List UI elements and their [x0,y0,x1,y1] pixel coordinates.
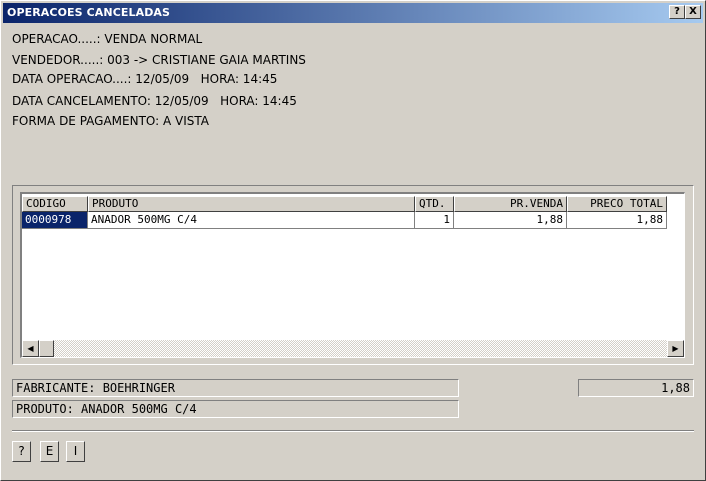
window-title: OPERACOES CANCELADAS [7,6,171,19]
col-header-pr-venda[interactable]: PR.VENDA [454,196,567,212]
operacoes-canceladas-window: OPERACOES CANCELADAS ? X OPERACAO.....: … [0,0,706,481]
vendedor-label: VENDEDOR.....: 003 -> CRISTIANE GAIA MAR… [12,53,306,67]
horizontal-scrollbar[interactable]: ◀ ▶ [22,340,684,357]
col-header-qtd[interactable]: QTD. [415,196,454,212]
e-button[interactable]: E [40,441,59,462]
table-row-cell-produto[interactable]: ANADOR 500MG C/4 [88,212,415,229]
table-row-cell-preco-total[interactable]: 1,88 [567,212,667,229]
data-cancelamento-label: DATA CANCELAMENTO: 12/05/09 HORA: 14:45 [12,94,297,108]
col-header-preco-total[interactable]: PRECO TOTAL [567,196,667,212]
produto-field: PRODUTO: ANADOR 500MG C/4 [12,400,459,418]
total-field: 1,88 [578,379,694,397]
title-bar[interactable]: OPERACOES CANCELADAS ? X [3,3,703,23]
help-button[interactable]: ? [12,441,31,462]
col-header-codigo[interactable]: CODIGO [22,196,88,212]
table-row-cell-qtd[interactable]: 1 [415,212,454,229]
close-button[interactable]: X [685,5,701,19]
help-title-button[interactable]: ? [669,5,685,19]
forma-pagamento-label: FORMA DE PAGAMENTO: A VISTA [12,114,210,128]
operacao-label: OPERACAO.....: VENDA NORMAL [12,32,203,46]
scroll-right-icon[interactable]: ▶ [667,340,684,357]
col-header-produto[interactable]: PRODUTO [88,196,415,212]
table-row-cell-codigo[interactable]: 0000978 [22,212,88,229]
scrollbar-thumb[interactable] [39,340,54,357]
items-grid[interactable]: CODIGO PRODUTO QTD. PR.VENDA PRECO TOTAL… [20,192,685,358]
fabricante-field: FABRICANTE: BOEHRINGER [12,379,459,397]
table-row-cell-pr-venda[interactable]: 1,88 [454,212,567,229]
i-button[interactable]: I [66,441,85,462]
data-operacao-label: DATA OPERACAO....: 12/05/09 HORA: 14:45 [12,72,278,86]
separator [12,430,694,432]
scroll-left-icon[interactable]: ◀ [22,340,39,357]
